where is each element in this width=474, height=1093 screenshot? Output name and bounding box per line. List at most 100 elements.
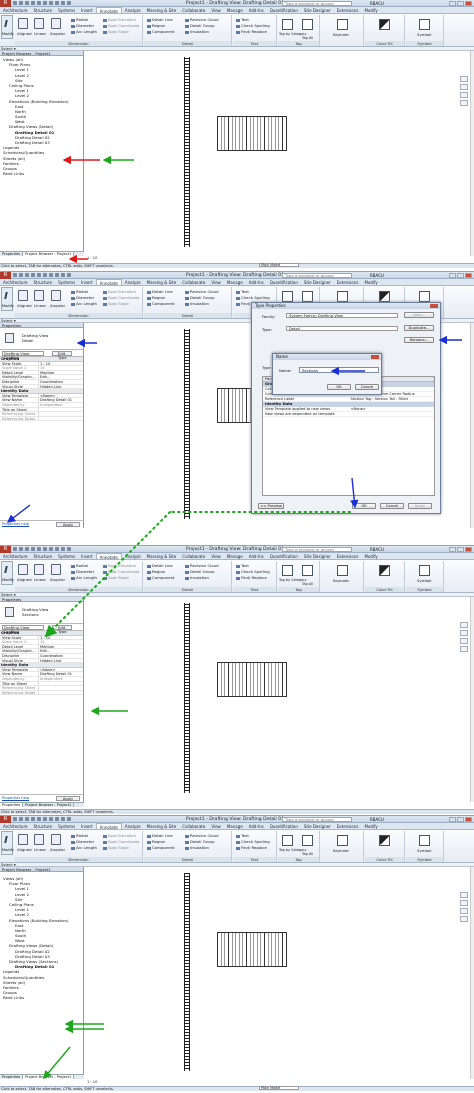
tab-quantification[interactable]: Quantification	[267, 823, 301, 829]
tab-modify[interactable]: Modify	[362, 279, 381, 285]
modify-button[interactable]: Modify	[1, 561, 14, 585]
tab-annotate[interactable]: Annotate	[95, 553, 122, 560]
symbol-label[interactable]: Symbol	[417, 32, 432, 37]
modify-button[interactable]: Modify	[1, 287, 14, 311]
check-spelling-button[interactable]: Check Spelling	[236, 23, 270, 28]
find-replace-button[interactable]: Find/ Replace	[236, 29, 267, 34]
maximize-icon[interactable]	[457, 817, 464, 822]
tab-systems[interactable]: Systems	[55, 7, 78, 13]
application-menu-button[interactable]: R	[0, 816, 11, 823]
find-replace-button[interactable]: Find/ Replace	[236, 845, 267, 850]
aligned-label[interactable]: Aligned	[17, 577, 32, 582]
tab-collaborate[interactable]: Collaborate	[179, 279, 208, 285]
tab-extensions[interactable]: Extensions	[334, 279, 362, 285]
symbol-label[interactable]: Symbol	[417, 578, 432, 583]
tab-annotate[interactable]: Annotate	[95, 7, 122, 14]
cancel-button[interactable]: Cancel	[380, 503, 404, 509]
tab-modify[interactable]: Modify	[362, 823, 381, 829]
component-button[interactable]: Component	[147, 845, 175, 850]
search-input[interactable]: Type a keyword or phrase	[282, 1, 352, 6]
tab-project-browser[interactable]: Project Browser - Project1	[23, 252, 75, 256]
drawing-canvas[interactable]	[85, 867, 474, 1079]
tab-systems[interactable]: Systems	[55, 823, 78, 829]
minimize-icon[interactable]	[449, 273, 456, 278]
search-input[interactable]: Type a keyword or phrase	[282, 817, 352, 822]
symbol-icon[interactable]	[419, 835, 430, 846]
radial-button[interactable]: Radial	[71, 833, 88, 838]
apply-button[interactable]: Apply	[56, 796, 80, 801]
tab-site-designer[interactable]: Site Designer	[301, 279, 334, 285]
radial-button[interactable]: Radial	[71, 17, 88, 22]
tab-architecture[interactable]: Architecture	[0, 7, 31, 13]
tab-manage[interactable]: Manage	[224, 279, 246, 285]
tab-insert[interactable]: Insert	[78, 823, 95, 829]
tag-all-icon[interactable]	[302, 291, 313, 302]
type-dropdown[interactable]: Detail	[286, 326, 398, 331]
keynote-label[interactable]: Keynote	[333, 848, 349, 853]
tab-project-browser[interactable]: Project Browser - Project1	[23, 803, 75, 807]
spot-slope-button[interactable]: Spot Slope	[103, 575, 129, 580]
application-menu-button[interactable]: R	[0, 546, 11, 553]
detail-line-button[interactable]: Detail Line	[147, 563, 173, 568]
tab-collaborate[interactable]: Collaborate	[179, 823, 208, 829]
maximize-icon[interactable]	[457, 547, 464, 552]
ok-button[interactable]: OK	[352, 503, 376, 509]
family-dropdown[interactable]: System Family: Drafting View	[286, 313, 398, 318]
tag-all-label[interactable]: Tag All	[302, 582, 313, 586]
detail-line-button[interactable]: Detail Line	[147, 833, 173, 838]
close-icon[interactable]	[465, 1, 472, 6]
diameter-button[interactable]: Diameter	[71, 23, 94, 28]
text-button[interactable]: Text	[236, 563, 249, 568]
maximize-icon[interactable]	[457, 1, 464, 6]
edit-type-button[interactable]: Edit Type	[52, 351, 72, 360]
revision-cloud-button[interactable]: Revision Cloud	[185, 563, 219, 568]
tab-extensions[interactable]: Extensions	[334, 553, 362, 559]
tab-annotate[interactable]: Annotate	[95, 823, 122, 830]
vertical-scrollbar[interactable]	[470, 867, 474, 1079]
spot-slope-button[interactable]: Spot Slope	[103, 301, 129, 306]
properties-help-link[interactable]: Properties help	[2, 522, 29, 526]
aligned-dimension-icon[interactable]	[18, 18, 28, 29]
spot-elevation-button[interactable]: Spot Elevation	[103, 289, 136, 294]
tab-structure[interactable]: Structure	[31, 7, 56, 13]
spot-elevation-button[interactable]: Spot Elevation	[103, 563, 136, 568]
tag-all-icon[interactable]	[302, 19, 313, 30]
tab-structure[interactable]: Structure	[31, 823, 56, 829]
minimize-icon[interactable]	[449, 817, 456, 822]
zoom-icon[interactable]	[460, 900, 468, 906]
aligned-label[interactable]: Aligned	[17, 303, 32, 308]
pan-icon[interactable]	[460, 100, 468, 106]
region-button[interactable]: Region	[147, 295, 165, 300]
tab-view[interactable]: View	[208, 823, 224, 829]
tab-quantification[interactable]: Quantification	[267, 279, 301, 285]
name-dialog-close-icon[interactable]	[371, 355, 379, 359]
region-button[interactable]: Region	[147, 23, 165, 28]
angular-dimension-icon[interactable]	[51, 834, 61, 845]
tag-all-icon[interactable]	[302, 565, 313, 576]
tab-add-ins[interactable]: Add-Ins	[246, 823, 267, 829]
maximize-icon[interactable]	[457, 273, 464, 278]
apply-button[interactable]: Apply	[408, 503, 432, 509]
edit-type-button[interactable]: Edit Type	[52, 625, 72, 634]
tag-by-category-icon[interactable]	[282, 565, 293, 576]
insulation-button[interactable]: Insulation	[185, 575, 209, 580]
drawing-canvas[interactable]	[85, 597, 474, 802]
detail-group-button[interactable]: Detail Group	[185, 839, 215, 844]
linear-dimension-icon[interactable]	[34, 290, 44, 301]
name-cancel-button[interactable]: Cancel	[355, 384, 379, 390]
angular-dimension-icon[interactable]	[51, 18, 61, 29]
revision-cloud-button[interactable]: Revision Cloud	[185, 289, 219, 294]
angular-label[interactable]: Angular	[50, 31, 65, 36]
region-button[interactable]: Region	[147, 839, 165, 844]
application-menu-button[interactable]: R	[0, 272, 11, 279]
tag-by-category-icon[interactable]	[282, 19, 293, 30]
text-button[interactable]: Text	[236, 833, 249, 838]
tab-massing-site[interactable]: Massing & Site	[144, 823, 180, 829]
load-button[interactable]: Load...	[404, 312, 434, 318]
detail-line-button[interactable]: Detail Line	[147, 17, 173, 22]
aligned-label[interactable]: Aligned	[17, 847, 32, 852]
keynote-icon[interactable]	[337, 19, 348, 30]
revision-cloud-button[interactable]: Revision Cloud	[185, 833, 219, 838]
color-fill-legend-icon[interactable]	[379, 835, 390, 846]
duplicate-button[interactable]: Duplicate...	[404, 325, 434, 331]
